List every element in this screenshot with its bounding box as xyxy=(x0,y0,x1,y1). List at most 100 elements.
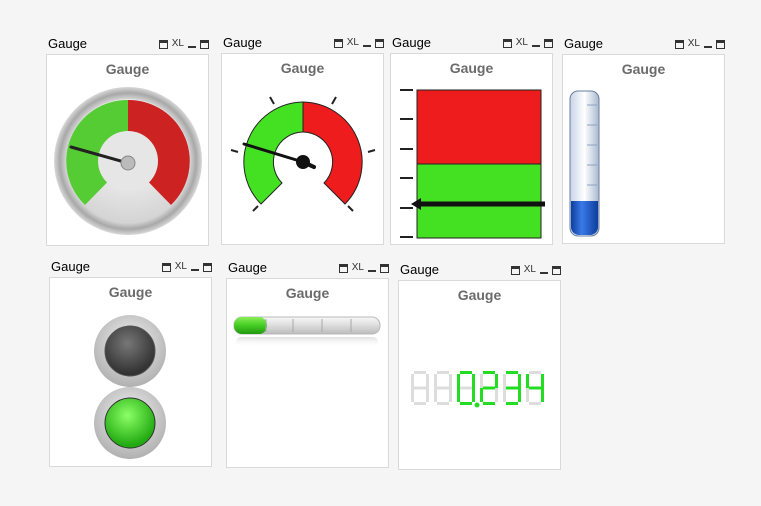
led-ghost-segment xyxy=(480,374,483,388)
led-ghost-segment xyxy=(437,386,449,390)
caption-title: Gauge xyxy=(400,262,440,277)
led-decimal-point xyxy=(474,402,480,408)
led-digit-segment xyxy=(460,402,472,405)
led-ghost-segment xyxy=(414,371,426,374)
chart-panel[interactable]: Gauge xyxy=(562,54,725,244)
chart-panel[interactable]: Gauge xyxy=(221,53,384,245)
excel-export-button[interactable]: XL xyxy=(524,265,536,275)
minimize-icon[interactable] xyxy=(188,46,196,48)
caption-title: Gauge xyxy=(564,36,604,51)
print-icon[interactable] xyxy=(674,39,684,49)
led-digit-segment xyxy=(518,388,521,402)
excel-export-button[interactable]: XL xyxy=(175,262,187,272)
led-digit-segment xyxy=(495,374,498,388)
bottom-lamp-on xyxy=(104,397,156,449)
excel-export-button[interactable]: XL xyxy=(347,38,359,48)
caption-bar: Gauge XL xyxy=(46,36,209,52)
led-digit-segment xyxy=(506,402,518,405)
chart-panel[interactable]: Gauge xyxy=(226,278,389,468)
led-ghost-segment xyxy=(426,374,429,388)
caption-title: Gauge xyxy=(392,35,432,50)
excel-export-button[interactable]: XL xyxy=(352,263,364,273)
led-digit-segment xyxy=(541,374,544,388)
gauge-object-4: Gauge XL Gauge xyxy=(562,36,725,244)
speedometer-gauge xyxy=(230,96,376,212)
gauge-object-6: Gauge XL Gauge xyxy=(226,260,389,468)
print-icon[interactable] xyxy=(158,39,168,49)
linear-gauge xyxy=(400,89,545,239)
minimize-icon[interactable] xyxy=(191,269,199,271)
print-icon[interactable] xyxy=(161,262,171,272)
led-digit-segment xyxy=(483,402,495,405)
excel-export-button[interactable]: XL xyxy=(688,39,700,49)
caption-title: Gauge xyxy=(223,35,263,50)
maximize-icon[interactable] xyxy=(552,265,561,275)
led-digit-segment xyxy=(460,371,472,374)
caption-bar: Gauge XL xyxy=(398,262,561,278)
chart-panel[interactable]: Gauge xyxy=(49,277,212,467)
led-digit-segment xyxy=(457,388,460,402)
green-zone xyxy=(416,163,542,239)
led-ghost-segment xyxy=(526,388,529,402)
led-ghost-segment xyxy=(434,388,437,402)
led-digit-segment xyxy=(472,388,475,402)
thermometer-liquid xyxy=(571,201,598,235)
gauge-object-2: Gauge XL Gauge xyxy=(221,35,384,245)
led-ghost-segment xyxy=(411,388,414,402)
led-ghost-segment xyxy=(437,402,449,405)
minimize-icon[interactable] xyxy=(540,272,548,274)
needle-cap xyxy=(120,155,136,171)
gauge-object-3: Gauge XL Gauge xyxy=(390,35,553,245)
bar-gauge xyxy=(233,316,381,347)
gauge-object-5: Gauge XL Gauge xyxy=(49,259,212,467)
caption-bar: Gauge XL xyxy=(49,259,212,275)
caption-title: Gauge xyxy=(48,36,88,51)
led-digit-segment xyxy=(518,374,521,388)
minimize-icon[interactable] xyxy=(532,45,540,47)
digital-led-gauge xyxy=(411,371,544,408)
print-icon[interactable] xyxy=(502,38,512,48)
minimize-icon[interactable] xyxy=(363,45,371,47)
minimize-icon[interactable] xyxy=(368,270,376,272)
maximize-icon[interactable] xyxy=(200,39,209,49)
led-ghost-segment xyxy=(414,402,426,405)
led-digit-segment xyxy=(483,386,495,390)
led-digit-segment xyxy=(526,374,529,388)
chart-panel[interactable]: Gauge xyxy=(390,53,553,245)
led-ghost-segment xyxy=(529,371,541,374)
print-icon[interactable] xyxy=(510,265,520,275)
led-ghost-segment xyxy=(449,388,452,402)
led-ghost-segment xyxy=(434,374,437,388)
led-digit-segment xyxy=(506,386,518,390)
excel-export-button[interactable]: XL xyxy=(516,38,528,48)
caption-bar: Gauge XL xyxy=(221,35,384,51)
tick-marks xyxy=(400,89,413,238)
excel-export-button[interactable]: XL xyxy=(172,39,184,49)
print-icon[interactable] xyxy=(333,38,343,48)
led-digit-segment xyxy=(480,388,483,402)
thermometer-gauge xyxy=(569,90,600,237)
traffic-light-gauge xyxy=(94,315,166,459)
maximize-icon[interactable] xyxy=(375,38,384,48)
print-icon[interactable] xyxy=(338,263,348,273)
caption-bar: Gauge XL xyxy=(562,36,725,52)
led-ghost-segment xyxy=(414,386,426,390)
led-ghost-segment xyxy=(426,388,429,402)
maximize-icon[interactable] xyxy=(203,262,212,272)
led-ghost-segment xyxy=(437,371,449,374)
minimize-icon[interactable] xyxy=(704,46,712,48)
led-ghost-segment xyxy=(503,374,506,388)
bar-reflection xyxy=(236,337,378,347)
led-digit-segment xyxy=(541,388,544,402)
maximize-icon[interactable] xyxy=(380,263,389,273)
gauge-object-1: Gauge XL Gauge xyxy=(46,36,209,246)
led-digit-segment xyxy=(529,386,541,390)
red-zone xyxy=(416,89,542,165)
chart-panel[interactable]: Gauge xyxy=(46,54,209,246)
led-ghost-segment xyxy=(503,388,506,402)
maximize-icon[interactable] xyxy=(716,39,725,49)
maximize-icon[interactable] xyxy=(544,38,553,48)
gauge-object-7: Gauge XL Gauge xyxy=(398,262,561,470)
chart-panel[interactable]: Gauge xyxy=(398,280,561,470)
led-ghost-segment xyxy=(449,374,452,388)
